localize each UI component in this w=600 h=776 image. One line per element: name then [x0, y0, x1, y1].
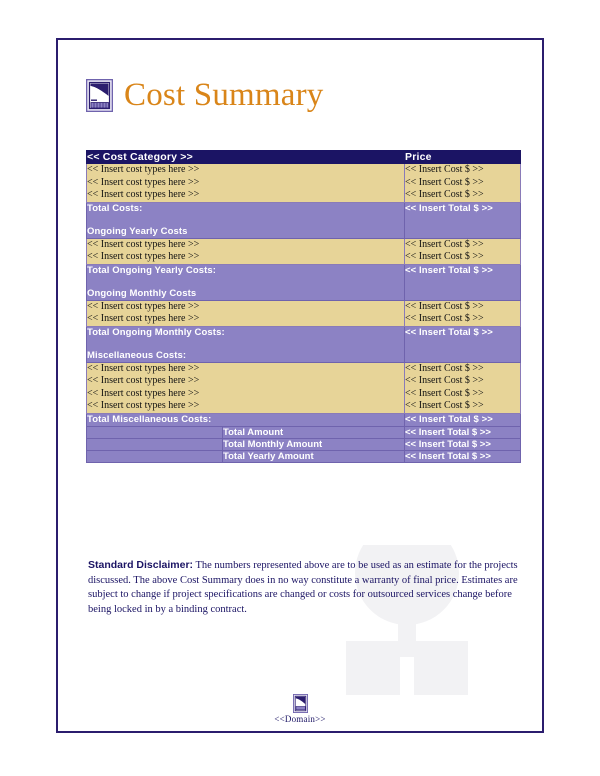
cost-price-value: << Insert Cost $ >>: [405, 251, 484, 262]
table-row: Total Miscellaneous Costs: << Insert Tot…: [86, 412, 521, 427]
table-row: << Insert cost types here >> << Insert c…: [86, 299, 521, 327]
summary-row: Total Monthly Amount << Insert Total $ >…: [86, 437, 521, 451]
total-label-cell[interactable]: Total Ongoing Monthly Costs: Miscellaneo…: [86, 325, 405, 363]
cost-price-value: << Insert Cost $ >>: [405, 238, 484, 250]
document-chart-icon: [86, 78, 113, 112]
cost-types-cell[interactable]: << Insert cost types here >> << Insert c…: [86, 299, 405, 327]
summary-label: Total Amount: [222, 425, 405, 439]
page-title: Cost Summary: [124, 76, 324, 113]
total-label-cell[interactable]: Total Costs: Ongoing Yearly Costs: [86, 201, 405, 239]
summary-spacer-cell: [86, 437, 223, 451]
summary-label: Total Yearly Amount: [222, 449, 405, 463]
summary-price-cell[interactable]: << Insert Total $ >>: [404, 437, 521, 451]
summary-row: Total Amount << Insert Total $ >>: [86, 425, 521, 439]
page-title-block: Cost Summary: [86, 70, 324, 120]
document-page: Cost Summary << Cost Category >> Price <…: [0, 0, 600, 776]
total-label: Total Costs:: [87, 202, 143, 214]
cost-type-label: << Insert cost types here >>: [87, 313, 200, 324]
cost-type-label: << Insert cost types here >>: [87, 176, 200, 188]
cost-price-value: << Insert Cost $ >>: [405, 387, 484, 399]
disclaimer-lead: Standard Disclaimer:: [88, 559, 194, 571]
cost-price-value: << Insert Cost $ >>: [405, 375, 484, 386]
cost-price-value: << Insert Cost $ >>: [405, 400, 484, 411]
document-chart-icon: [292, 694, 308, 713]
cost-type-label: << Insert cost types here >>: [87, 238, 200, 250]
total-label: Total Ongoing Monthly Costs:: [87, 326, 225, 338]
total-price-cell[interactable]: << Insert Total $ >>: [404, 201, 521, 239]
cost-type-label: << Insert cost types here >>: [87, 387, 200, 399]
cost-price-value: << Insert Cost $ >>: [405, 300, 484, 312]
cost-types-cell[interactable]: << Insert cost types here >> << Insert c…: [86, 237, 405, 265]
summary-price-cell[interactable]: << Insert Total $ >>: [404, 449, 521, 463]
total-price-value: << Insert Total $ >>: [405, 264, 493, 276]
cost-price-cell[interactable]: << Insert Cost $ >> << Insert Cost $ >>: [404, 237, 521, 265]
cost-type-label: << Insert cost types here >>: [87, 164, 200, 175]
cost-type-label: << Insert cost types here >>: [87, 375, 200, 386]
cost-types-cell[interactable]: << Insert cost types here >> << Insert c…: [86, 361, 405, 414]
table-row: Total Ongoing Monthly Costs: Miscellaneo…: [86, 325, 521, 363]
total-price-cell[interactable]: << Insert Total $ >>: [404, 412, 521, 427]
section-sublabel: Ongoing Monthly Costs: [87, 287, 197, 299]
table-row: Total Ongoing Yearly Costs: Ongoing Mont…: [86, 263, 521, 301]
footer-domain-label: <<Domain>>: [274, 714, 326, 724]
summary-row: Total Yearly Amount << Insert Total $ >>: [86, 449, 521, 463]
summary-spacer-cell: [86, 425, 223, 439]
total-price-cell[interactable]: << Insert Total $ >>: [404, 263, 521, 301]
cost-price-value: << Insert Cost $ >>: [405, 164, 484, 175]
column-header-cost-category: << Cost Category >>: [86, 150, 405, 164]
cost-price-cell[interactable]: << Insert Cost $ >> << Insert Cost $ >> …: [404, 361, 521, 414]
total-price-value: << Insert Total $ >>: [405, 326, 493, 338]
cost-summary-table: << Cost Category >> Price << Insert cost…: [86, 150, 521, 463]
total-label: Total Miscellaneous Costs:: [87, 413, 212, 425]
summary-label: Total Monthly Amount: [222, 437, 405, 451]
total-price-cell[interactable]: << Insert Total $ >>: [404, 325, 521, 363]
cost-price-value: << Insert Cost $ >>: [405, 362, 484, 374]
cost-type-label: << Insert cost types here >>: [87, 189, 200, 200]
page-footer: <<Domain>>: [0, 694, 600, 724]
cost-price-cell[interactable]: << Insert Cost $ >> << Insert Cost $ >> …: [404, 163, 521, 203]
table-row: << Insert cost types here >> << Insert c…: [86, 361, 521, 414]
total-label: Total Ongoing Yearly Costs:: [87, 264, 217, 276]
table-header-row: << Cost Category >> Price: [86, 150, 521, 164]
total-label-cell[interactable]: Total Ongoing Yearly Costs: Ongoing Mont…: [86, 263, 405, 301]
summary-price-cell[interactable]: << Insert Total $ >>: [404, 425, 521, 439]
cost-type-label: << Insert cost types here >>: [87, 400, 200, 411]
total-price-value: << Insert Total $ >>: [405, 413, 493, 425]
cost-types-cell[interactable]: << Insert cost types here >> << Insert c…: [86, 163, 405, 203]
section-sublabel: Miscellaneous Costs:: [87, 349, 187, 361]
section-sublabel: Ongoing Yearly Costs: [87, 225, 188, 237]
cost-price-value: << Insert Cost $ >>: [405, 176, 484, 188]
cost-price-value: << Insert Cost $ >>: [405, 313, 484, 324]
total-price-value: << Insert Total $ >>: [405, 202, 493, 214]
cost-type-label: << Insert cost types here >>: [87, 362, 200, 374]
cost-price-cell[interactable]: << Insert Cost $ >> << Insert Cost $ >>: [404, 299, 521, 327]
table-row: << Insert cost types here >> << Insert c…: [86, 163, 521, 203]
cost-type-label: << Insert cost types here >>: [87, 300, 200, 312]
column-header-price: Price: [404, 150, 521, 164]
disclaimer-paragraph: Standard Disclaimer: The numbers represe…: [88, 558, 520, 617]
summary-spacer-cell: [86, 449, 223, 463]
table-row: << Insert cost types here >> << Insert c…: [86, 237, 521, 265]
total-label-cell[interactable]: Total Miscellaneous Costs:: [86, 412, 405, 427]
cost-type-label: << Insert cost types here >>: [87, 251, 200, 262]
table-row: Total Costs: Ongoing Yearly Costs << Ins…: [86, 201, 521, 239]
cost-price-value: << Insert Cost $ >>: [405, 189, 484, 200]
